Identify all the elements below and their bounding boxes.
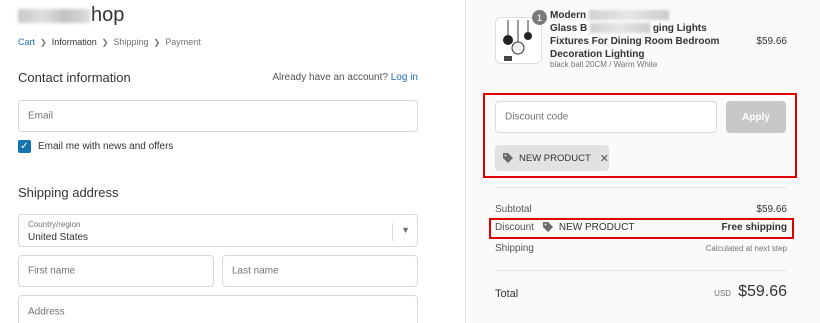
shop-logo[interactable]: hop [18,4,124,27]
tag-icon [503,153,513,163]
discount-label: Discount [495,221,534,233]
shipping-value: Calculated at next step [705,244,787,253]
total-currency: USD [714,289,732,298]
subtotal-value: $59.66 [756,204,787,215]
discount-code-placeholder: Discount code [505,111,569,123]
country-value: United States [28,232,89,243]
chevron-right-icon: ❯ [153,37,161,47]
contact-section-title: Contact information [18,70,131,85]
address-field[interactable]: Address [18,295,418,323]
product-price: $59.66 [756,36,787,47]
chevron-right-icon: ❯ [40,37,47,47]
apply-discount-button[interactable]: Apply [726,101,786,133]
first-name-field[interactable]: First name [18,255,214,287]
breadcrumb-information: Information [51,37,97,47]
product-name: Modern Glass B ging Lights Fixtures For … [550,9,730,61]
total-divider [495,270,786,271]
newsletter-label: Email me with news and offers [38,141,174,152]
last-name-field[interactable]: Last name [222,255,418,287]
discount-code-tag: NEW PRODUCT [542,221,635,233]
breadcrumb-payment: Payment [165,37,201,47]
total-amount: USD $59.66 [714,283,787,301]
product-name-line2: Glass B [550,23,588,34]
applied-discount-code: NEW PRODUCT [519,152,591,164]
select-divider [392,223,393,241]
login-link[interactable]: Log in [391,72,418,83]
shipping-section-title: Shipping address [18,185,119,200]
breadcrumb: Cart ❯ Information ❯ Shipping ❯ Payment [18,37,201,47]
discount-value: Free shipping [721,222,787,233]
country-label: Country/region [28,220,81,229]
email-field[interactable]: Email [18,100,418,132]
shipping-label: Shipping [495,243,534,254]
tag-icon [542,222,553,232]
breadcrumb-cart[interactable]: Cart [18,37,35,47]
discount-row: Discount NEW PRODUCT [495,221,634,233]
email-placeholder: Email [28,110,54,122]
quantity-badge: 1 [532,10,547,25]
account-prompt: Already have an account? Log in [272,72,418,83]
applied-discount-chip: NEW PRODUCT ✕ [495,145,609,171]
last-name-placeholder: Last name [232,265,279,277]
logo-text: hop [91,4,125,26]
breadcrumb-shipping: Shipping [113,37,149,47]
pendant-lamp-image [503,20,532,61]
discount-code-text: NEW PRODUCT [558,221,635,233]
total-label: Total [495,288,519,300]
chevron-right-icon: ❯ [101,37,109,47]
country-select[interactable]: Country/region United States ▼ [18,214,418,247]
address-placeholder: Address [28,306,65,318]
product-name-line3: Fixtures For Dining Room Bedroom [550,36,720,47]
total-value: $59.66 [738,283,787,300]
product-name-redacted-2 [590,23,651,34]
chevron-down-icon: ▼ [401,225,410,235]
logo-redacted [18,8,90,23]
account-prompt-text: Already have an account? [272,72,388,83]
newsletter-checkbox[interactable]: ✓ [18,140,31,153]
product-name-start: Modern [550,10,587,21]
product-variant: black ball 20CM / Warm White [550,60,658,69]
newsletter-option[interactable]: ✓ Email me with news and offers [18,140,173,153]
subtotal-label: Subtotal [495,204,532,215]
checkout-main: hop Cart ❯ Information ❯ Shipping ❯ Paym… [0,0,465,323]
product-name-mid: ging Lights [652,23,707,34]
remove-discount-icon[interactable]: ✕ [600,152,609,165]
product-name-line4: Decoration Lighting [550,49,645,60]
summary-divider [495,187,786,188]
product-name-redacted [588,10,669,21]
discount-code-input[interactable]: Discount code [495,101,717,133]
first-name-placeholder: First name [28,265,76,277]
